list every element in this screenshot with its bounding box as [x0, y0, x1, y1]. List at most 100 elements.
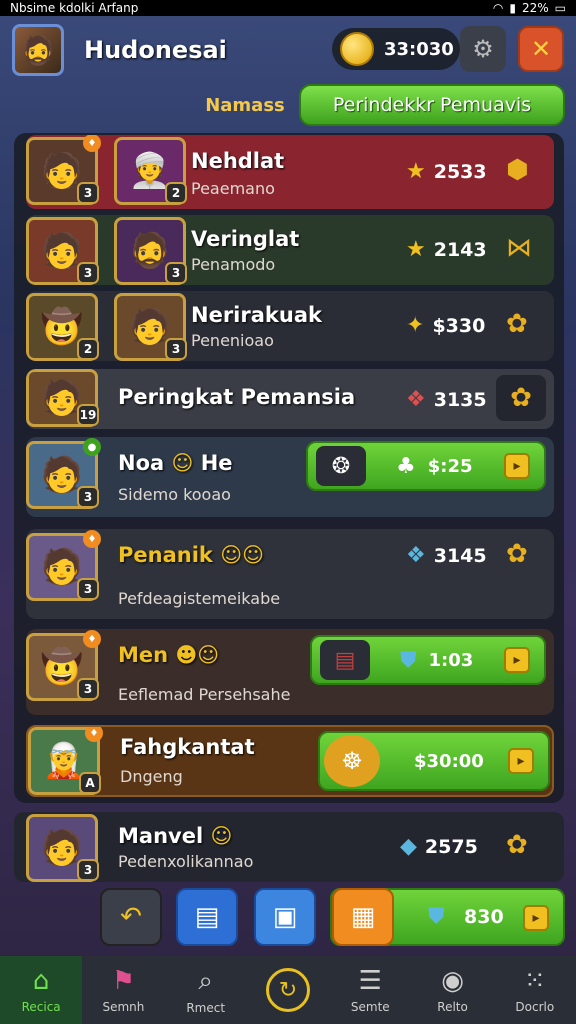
portrait: 👳 2	[114, 137, 187, 205]
gold-pile-icon[interactable]: ✿	[496, 375, 546, 421]
menu-icon: ☰	[358, 966, 382, 996]
smile-icon: ☺	[171, 451, 194, 475]
score-value: $30:00	[414, 750, 484, 772]
gold-pile-icon[interactable]: ✿	[506, 830, 528, 860]
gem-icon: ✦	[406, 313, 425, 338]
chest-icon[interactable]: ⬢	[506, 155, 529, 185]
score-value: 2143	[433, 238, 487, 261]
row-score: ❖ 3135	[406, 387, 487, 412]
coin-counter[interactable]: 33:030	[332, 28, 460, 70]
portrait: 🧑 3	[26, 814, 99, 882]
list-item[interactable]: 🧑 3 Manvel ☺ Pedenxolikannao ◆ 2575 ✿	[14, 812, 564, 882]
bow-icon[interactable]: ⋈	[506, 233, 532, 263]
smile-icon: ☻☺	[175, 643, 220, 667]
nav-character[interactable]: ◉ Relto	[411, 956, 493, 1024]
avatar[interactable]: 🧔	[12, 24, 64, 76]
chest-button[interactable]: ▤	[176, 888, 238, 946]
pig-icon: ♣	[396, 453, 416, 479]
tab-perindekkr[interactable]: Perindekkr Pemuavis	[299, 84, 565, 126]
battery-icon: ▭	[554, 1, 566, 15]
list-item[interactable]: 🤠 2 🧑 3 Nerirakuak Penenioao ✦ $330 ✿	[26, 291, 554, 361]
nav-home[interactable]: ⌂ Recica	[0, 956, 83, 1024]
banner-icon: ⚑	[111, 966, 136, 996]
gold-pile-icon[interactable]: ✿	[506, 309, 528, 339]
score-value: 2533	[433, 160, 487, 183]
list-item[interactable]: 🧑 3 ● Noa ☺ He Sidemo kooao ❂ ♣ $:25 ▸	[26, 437, 554, 517]
star-icon: ★	[406, 159, 426, 184]
row-sub: Penamodo	[191, 255, 276, 274]
nav-label: Relto	[437, 1000, 468, 1014]
list-item[interactable]: 🧝 A ♦ Fahgkantat Dngeng ☸ $30:00 ▸	[26, 725, 554, 797]
row-name-part: He	[200, 451, 233, 475]
nav-more[interactable]: ⁙ Docrlo	[494, 956, 576, 1024]
row-name: Veringlat	[191, 227, 300, 251]
claim-icon: ▸	[504, 453, 530, 479]
badge-icon: ♦	[83, 530, 101, 548]
settings-button[interactable]: ⚙	[460, 26, 506, 72]
status-left-text: Nbsime kdolki Arfanp	[10, 1, 139, 15]
level-badge: 3	[77, 859, 99, 881]
row-name: Men ☻☺	[118, 643, 219, 667]
reward-button[interactable]: ❂ ♣ $:25 ▸	[306, 441, 546, 491]
shield-icon: ⛊	[400, 647, 417, 673]
portrait: 🧑 3	[114, 293, 187, 361]
score-value: 1:03	[428, 649, 474, 671]
row-name: Nehdlat	[191, 149, 285, 173]
gold-pile-icon[interactable]: ✿	[506, 539, 528, 569]
arrow-left-icon: ↶	[120, 902, 142, 932]
list-item[interactable]: 🧑 3 ♦ 👳 2 Nehdlat Peaemano ★ 2533 ⬢	[26, 135, 554, 209]
box-button[interactable]: ▣	[254, 888, 316, 946]
row-name: Manvel ☺	[118, 824, 232, 848]
tab-bar: Namass Perindekkr Pemuavis	[195, 82, 565, 128]
row-name: Nerirakuak	[191, 303, 322, 327]
list-item[interactable]: 🧑 3 ♦ Penanik ☺☺ Pefdeagistemeikabe ❖ 3145 …	[26, 529, 554, 619]
idol-icon: ☸	[324, 735, 380, 787]
row-name: Fahgkantat	[120, 735, 255, 759]
reward-button[interactable]: ☸ $30:00 ▸	[318, 731, 550, 791]
tab-namass[interactable]: Namass	[195, 95, 295, 116]
row-sub: Peaemano	[191, 179, 275, 198]
buy-button[interactable]: ▦ ⛊ 830 ▸	[330, 888, 565, 946]
portrait: 🧑 3 ♦	[26, 135, 101, 205]
row-name-part: Noa	[118, 451, 165, 475]
nav-center[interactable]: ↻	[247, 956, 329, 1024]
bottom-nav: ⌂ Recica ⚑ Semnh ⌕ Rmect ↻ ☰ Semte ◉ Relto ⁙ D…	[0, 956, 576, 1024]
action-bar: ↶ ▤ ▣ ▦ ⛊ 830 ▸	[100, 888, 565, 950]
crate-button[interactable]: ▦	[332, 888, 394, 946]
list-item[interactable]: 🤠 3 ♦ Men ☻☺ Eeflemad Persehsahe ▤ ⛊ 1:03 …	[26, 629, 554, 715]
row-name: Noa ☺ He	[118, 451, 233, 475]
row-sub: Sidemo kooao	[118, 485, 231, 504]
badge-icon: ●	[83, 438, 101, 456]
star-icon: ★	[406, 237, 426, 262]
status-right: ◠ ▮ 22% ▭	[493, 1, 566, 15]
back-button[interactable]: ↶	[100, 888, 162, 946]
level-badge: 3	[77, 578, 99, 600]
level-badge: 3	[77, 486, 99, 508]
level-badge: 3	[77, 262, 99, 284]
level-badge: 3	[77, 678, 99, 700]
chest-icon: ▤	[320, 640, 370, 680]
row-score: ✦ $330	[406, 313, 485, 338]
close-button[interactable]: ✕	[518, 26, 564, 72]
dots-icon: ⁙	[523, 966, 546, 996]
status-bar: Nbsime kdolki Arfanp ◠ ▮ 22% ▭	[0, 0, 576, 16]
score-value: $330	[432, 314, 486, 337]
reward-button[interactable]: ▤ ⛊ 1:03 ▸	[310, 635, 546, 685]
score-value: $:25	[427, 455, 473, 477]
nav-search[interactable]: ⌕ Rmect	[165, 956, 247, 1024]
list-item[interactable]: 🧑 19 Peringkat Pemansia ❖ 3135 ✿	[26, 369, 554, 429]
row-score: ❖ 3145	[406, 543, 487, 568]
nav-label: Recica	[21, 1000, 61, 1014]
creature-icon: ❂	[316, 446, 366, 486]
nav-menu[interactable]: ☰ Semte	[329, 956, 411, 1024]
list-item[interactable]: 🧑 3 🧔 3 Veringlat Penamodo ★ 2143 ⋈	[26, 215, 554, 285]
nav-label: Semte	[350, 1000, 390, 1014]
claim-icon: ▸	[523, 905, 549, 931]
level-badge: 2	[165, 182, 187, 204]
gem-icon: ❖	[406, 387, 426, 412]
row-sub: Eeflemad Persehsahe	[118, 685, 291, 704]
row-sub: Pefdeagistemeikabe	[118, 589, 281, 608]
close-icon: ✕	[530, 35, 552, 63]
nav-semnh[interactable]: ⚑ Semnh	[82, 956, 164, 1024]
level-badge: 3	[77, 182, 99, 204]
